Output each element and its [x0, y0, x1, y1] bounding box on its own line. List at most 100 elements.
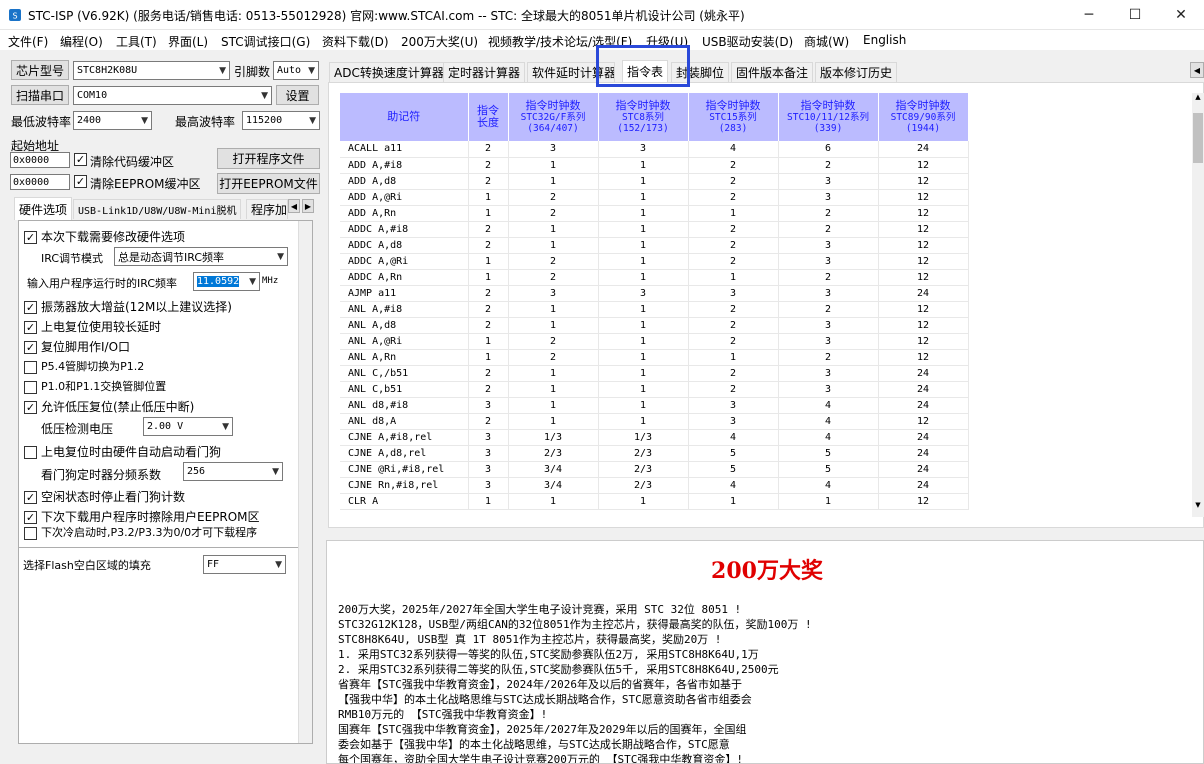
scan-port-button[interactable]: 扫描串口 [11, 85, 69, 105]
tab-firmware-notes[interactable]: 固件版本备注 [731, 62, 814, 82]
opt-idle-wdt[interactable]: ✓ 空闲状态时停止看门狗计数 [24, 488, 185, 505]
table-row[interactable]: ADD A,d8 2 1 1 2 3 12 [340, 173, 969, 190]
tab-timer-calc[interactable]: 定时器计算器 [443, 62, 526, 82]
table-scrollbar[interactable]: ▲ ▼ [1192, 93, 1204, 517]
table-row[interactable]: ACALL a11 2 3 3 4 6 24 [340, 141, 969, 158]
tab-program-encrypt[interactable]: 程序加 [246, 199, 288, 219]
port-select[interactable]: COM10 ▼ [73, 86, 272, 105]
value-cell: 5 [688, 461, 779, 478]
table-row[interactable]: ADDC A,@Ri 1 2 1 2 3 12 [340, 253, 969, 270]
opt-erase-eeprom-checkbox[interactable]: ✓ [24, 511, 37, 524]
table-row[interactable]: ANL A,#i8 2 1 1 2 2 12 [340, 301, 969, 318]
opt-p32[interactable]: 下次冷启动时,P3.2/P3.3为0/0才可下载程序 [24, 524, 257, 540]
chip-type-button[interactable]: 芯片型号 [11, 60, 69, 80]
value-cell: 1 [598, 397, 689, 414]
table-row[interactable]: ANL A,@Ri 1 2 1 2 3 12 [340, 333, 969, 350]
opt-osc-checkbox[interactable]: ✓ [24, 301, 37, 314]
menu-usb-driver[interactable]: USB驱动安装(D) [702, 33, 793, 50]
scroll-down-icon[interactable]: ▼ [1192, 501, 1204, 515]
opt-idle-wdt-checkbox[interactable]: ✓ [24, 491, 37, 504]
clear-eeprom-checkbox[interactable]: ✓ [74, 175, 87, 188]
menu-shop[interactable]: 商城(W) [804, 33, 849, 50]
tab-adc-calc[interactable]: ADC转换速度计算器 [329, 62, 449, 82]
opt-reset-delay[interactable]: ✓ 上电复位使用较长延时 [24, 318, 161, 335]
opt-lvr[interactable]: ✓ 允许低压复位(禁止低压中断) [24, 398, 194, 415]
table-row[interactable]: CJNE A,#i8,rel 3 1/3 1/3 4 4 24 [340, 429, 969, 446]
menu-tools[interactable]: 工具(T) [116, 33, 157, 50]
table-row[interactable]: ADDC A,Rn 1 2 1 1 2 12 [340, 269, 969, 286]
open-eeprom-file-button[interactable]: 打开EEPROM文件 [217, 173, 320, 194]
notice-title: 200万大奖 [711, 558, 823, 584]
mnemonic-cell: CLR A [340, 493, 469, 510]
maximize-button[interactable]: ☐ [1112, 0, 1158, 30]
menu-interface[interactable]: 界面(L) [168, 33, 208, 50]
notice-line: STC8H8K64U, USB型 真 1T 8051作为主控芯片，获得最高奖，奖… [338, 633, 722, 646]
value-cell: 2 [468, 221, 509, 238]
opt-wdt-checkbox[interactable] [24, 446, 37, 459]
menu-file[interactable]: 文件(F) [8, 33, 48, 50]
opt-p10[interactable]: P1.0和P1.1交换管脚位置 [24, 378, 166, 394]
close-button[interactable]: ✕ [1158, 0, 1204, 30]
tabs-scroll-left[interactable]: ◀ [1190, 62, 1204, 78]
opt-modify-hardware[interactable]: ✓ 本次下载需要修改硬件选项 [24, 228, 185, 245]
table-row[interactable]: ANL C,b51 2 1 1 2 3 24 [340, 381, 969, 398]
table-row[interactable]: ANL d8,#i8 3 1 1 3 4 24 [340, 397, 969, 414]
opt-osc-gain[interactable]: ✓ 振荡器放大增益(12M以上建议选择) [24, 298, 232, 315]
menu-program[interactable]: 编程(O) [60, 33, 103, 50]
pin-count-select[interactable]: Auto ▼ [273, 61, 319, 80]
opt-wdt[interactable]: 上电复位时由硬件自动启动看门狗 [24, 443, 221, 460]
tab-scroll-right[interactable]: ▶ [302, 199, 314, 213]
table-row[interactable]: CLR A 1 1 1 1 1 12 [340, 493, 969, 510]
table-row[interactable]: ADDC A,#i8 2 1 1 2 2 12 [340, 221, 969, 238]
menu-prize[interactable]: 200万大奖(U) [401, 33, 478, 50]
opt-p32-checkbox[interactable] [24, 526, 37, 540]
tab-scroll-left[interactable]: ◀ [288, 199, 300, 213]
table-row[interactable]: ADD A,Rn 1 2 1 1 2 12 [340, 205, 969, 222]
options-scrollbar[interactable] [298, 221, 312, 743]
table-row[interactable]: ANL C,/b51 2 1 1 2 3 24 [340, 365, 969, 382]
settings-button[interactable]: 设置 [276, 85, 319, 105]
opt-lvr-checkbox[interactable]: ✓ [24, 401, 37, 414]
table-row[interactable]: CJNE A,d8,rel 3 2/3 2/3 5 5 24 [340, 445, 969, 462]
menu-download[interactable]: 资料下载(D) [322, 33, 389, 50]
opt-reset-io-checkbox[interactable]: ✓ [24, 341, 37, 354]
table-row[interactable]: ADD A,@Ri 1 2 1 2 3 12 [340, 189, 969, 206]
table-row[interactable]: ANL A,Rn 1 2 1 1 2 12 [340, 349, 969, 366]
minimize-button[interactable]: ─ [1066, 0, 1112, 30]
table-row[interactable]: ANL d8,A 2 1 1 3 4 12 [340, 413, 969, 430]
clear-code-checkbox[interactable]: ✓ [74, 153, 87, 166]
opt-erase-eeprom[interactable]: ✓ 下次下载用户程序时擦除用户EEPROM区 [24, 508, 260, 525]
opt-p54-checkbox[interactable] [24, 360, 37, 374]
opt-p54[interactable]: P5.4管脚切换为P1.2 [24, 358, 144, 374]
tab-version-history[interactable]: 版本修订历史 [815, 62, 898, 82]
irc-mode-select[interactable]: 总是动态调节IRC频率 ▼ [114, 247, 288, 266]
opt-modify-checkbox[interactable]: ✓ [24, 231, 37, 244]
max-baud-select[interactable]: 115200 ▼ [242, 111, 320, 130]
menu-english[interactable]: English [863, 33, 906, 47]
tab-usb-link[interactable]: USB-Link1D/U8W/U8W-Mini脱机 [73, 199, 242, 219]
value-cell: 4 [778, 397, 879, 414]
menu-debug[interactable]: STC调试接口(G) [221, 33, 310, 50]
table-row[interactable]: CJNE @Ri,#i8,rel 3 3/4 2/3 5 5 24 [340, 461, 969, 478]
wdt-divider-select[interactable]: 256 ▼ [183, 462, 283, 481]
tab-hardware-options[interactable]: 硬件选项 [14, 197, 73, 220]
low-voltage-select[interactable]: 2.00 V ▼ [143, 417, 233, 436]
eeprom-address-input[interactable]: 0x0000 [10, 174, 70, 190]
opt-p10-checkbox[interactable] [24, 380, 37, 394]
table-row[interactable]: AJMP a11 2 3 3 3 3 24 [340, 285, 969, 302]
table-row[interactable]: CJNE Rn,#i8,rel 3 3/4 2/3 4 4 24 [340, 477, 969, 494]
table-row[interactable]: ADDC A,d8 2 1 1 2 3 12 [340, 237, 969, 254]
table-row[interactable]: ANL A,d8 2 1 1 2 3 12 [340, 317, 969, 334]
min-baud-select[interactable]: 2400 ▼ [73, 111, 152, 130]
opt-reset-delay-checkbox[interactable]: ✓ [24, 321, 37, 334]
irc-freq-select[interactable]: 11.0592 ▼ [193, 272, 260, 291]
chip-select[interactable]: STC8H2K08U ▼ [73, 61, 230, 80]
value-cell: 1 [468, 269, 509, 286]
scroll-up-icon[interactable]: ▲ [1192, 93, 1204, 107]
open-program-file-button[interactable]: 打开程序文件 [217, 148, 320, 169]
scroll-thumb[interactable] [1193, 113, 1203, 163]
opt-reset-io[interactable]: ✓ 复位脚用作I/O口 [24, 338, 130, 355]
table-row[interactable]: ADD A,#i8 2 1 1 2 2 12 [340, 157, 969, 174]
flash-fill-select[interactable]: FF ▼ [203, 555, 286, 574]
code-address-input[interactable]: 0x0000 [10, 152, 70, 168]
